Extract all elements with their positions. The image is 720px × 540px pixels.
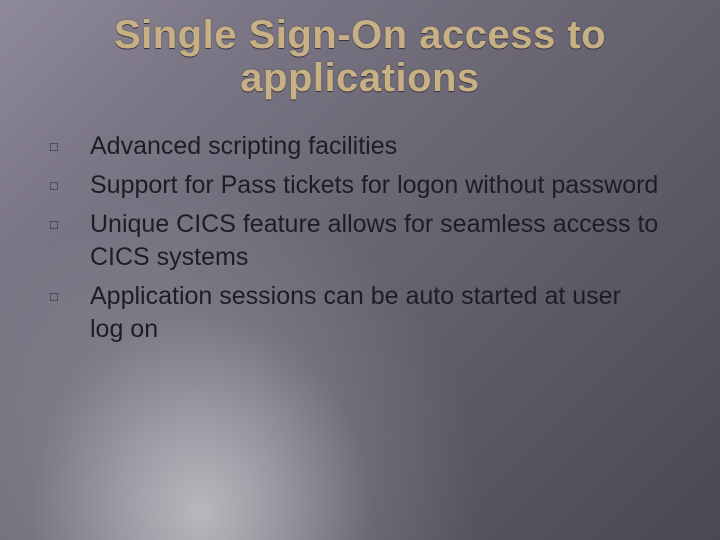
slide-body: □ Advanced scripting facilities □ Suppor… xyxy=(48,130,660,352)
bullet-icon: □ xyxy=(48,130,90,163)
bullet-text: Advanced scripting facilities xyxy=(90,130,660,163)
bullet-icon: □ xyxy=(48,280,90,313)
slide: Single Sign-On access to applications □ … xyxy=(0,0,720,540)
bullet-icon: □ xyxy=(48,208,90,241)
bullet-text: Support for Pass tickets for logon witho… xyxy=(90,169,660,202)
list-item: □ Unique CICS feature allows for seamles… xyxy=(48,208,660,274)
bullet-icon: □ xyxy=(48,169,90,202)
bullet-text: Application sessions can be auto started… xyxy=(90,280,660,346)
list-item: □ Advanced scripting facilities xyxy=(48,130,660,163)
slide-title: Single Sign-On access to applications xyxy=(0,14,720,100)
title-line-2: applications xyxy=(240,56,479,100)
title-line-1: Single Sign-On access to xyxy=(114,13,606,57)
list-item: □ Support for Pass tickets for logon wit… xyxy=(48,169,660,202)
bullet-text: Unique CICS feature allows for seamless … xyxy=(90,208,660,274)
list-item: □ Application sessions can be auto start… xyxy=(48,280,660,346)
